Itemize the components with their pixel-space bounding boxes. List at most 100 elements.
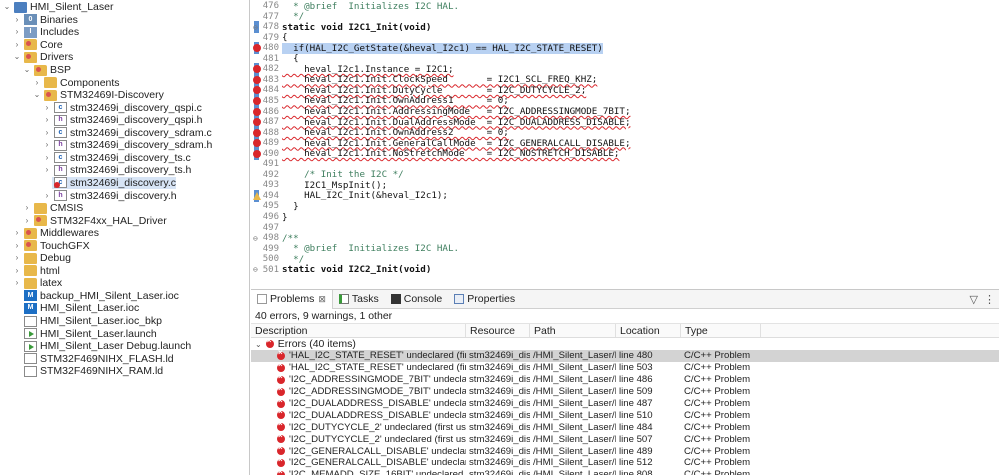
problem-row[interactable]: 'I2C_DUTYCYCLE_2' undeclared (first use … [251, 433, 999, 445]
tree-item[interactable]: › Components [0, 76, 120, 89]
tree-item[interactable]: › c stm32469i_discovery_sdram.c [0, 127, 212, 140]
tree-item[interactable]: HMI_Silent_Laser Debug.launch [0, 340, 191, 353]
chevron-right-icon[interactable]: › [42, 164, 52, 176]
view-menu-icon[interactable]: ⋮ [984, 293, 995, 306]
tree-item[interactable]: HMI_Silent_Laser.ioc_bkp [0, 315, 162, 328]
tree-item[interactable]: › CMSIS [0, 202, 84, 215]
tree-item[interactable]: STM32F469NIHX_FLASH.ld [0, 352, 174, 365]
source-folder-icon [24, 227, 37, 239]
tree-item[interactable]: › h stm32469i_discovery_sdram.h [0, 139, 213, 152]
problem-description: 'HAL_I2C_STATE_RESET' undeclared (first … [289, 362, 466, 374]
problem-row[interactable]: 'I2C_GENERALCALL_DISABLE' undeclared (fi… [251, 445, 999, 457]
close-icon[interactable]: ⊠ [318, 294, 326, 305]
tree-item[interactable]: › I Includes [0, 26, 79, 39]
problem-row[interactable]: 'I2C_DUTYCYCLE_2' undeclared (first use … [251, 421, 999, 433]
chevron-right-icon[interactable]: › [12, 227, 22, 239]
chevron-right-icon[interactable]: › [32, 77, 42, 89]
source-folder-icon [34, 64, 47, 76]
column-header-resource[interactable]: Resource [466, 324, 530, 337]
tree-item[interactable]: ⌄ BSP [0, 64, 71, 77]
chevron-right-icon[interactable]: › [12, 277, 22, 289]
chevron-right-icon[interactable]: › [42, 114, 52, 126]
tree-item[interactable]: ⌄ Drivers [0, 51, 74, 64]
problem-type: C/C++ Problem [684, 409, 751, 421]
tree-item[interactable]: › Core [0, 39, 63, 52]
chevron-right-icon[interactable]: › [42, 139, 52, 151]
problem-row[interactable]: 'I2C_ADDRESSINGMODE_7BIT' undeclared (fi… [251, 386, 999, 398]
code-line[interactable]: ⊖ 501 static void I2C2_Init(void) [251, 264, 999, 276]
chevron-right-icon[interactable]: › [12, 240, 22, 252]
problem-row[interactable]: 'I2C_MEMADD_SIZE_16BIT' undeclared (firs… [251, 469, 999, 475]
tree-item[interactable]: STM32F469NIHX_RAM.ld [0, 365, 163, 378]
tree-item[interactable]: › h stm32469i_discovery.h [0, 189, 177, 202]
column-header-path[interactable]: Path [530, 324, 616, 337]
tab-tasks[interactable]: Tasks [333, 290, 385, 309]
chevron-right-icon[interactable]: › [12, 39, 22, 51]
tree-item[interactable]: › html [0, 265, 60, 278]
tree-item[interactable]: › Middlewares [0, 227, 99, 240]
code-editor[interactable]: 476 * @brief Initializes I2C HAL. 477 */⊖… [251, 0, 999, 280]
line-number: 501 [262, 264, 279, 275]
chevron-down-icon[interactable]: ⌄ [22, 64, 32, 76]
tree-item-label: HMI_Silent_Laser.ioc [40, 302, 140, 315]
error-icon [277, 457, 285, 467]
chevron-down-icon[interactable]: ⌄ [12, 51, 22, 63]
chevron-down-icon[interactable]: ⌄ [255, 340, 262, 349]
problem-row[interactable]: 'I2C_ADDRESSINGMODE_7BIT' undeclared (fi… [251, 374, 999, 386]
fold-icon[interactable]: ⊖ [253, 265, 258, 274]
tab-properties[interactable]: Properties [448, 290, 521, 309]
tree-item-label: stm32469i_discovery.c [70, 176, 177, 189]
tree-item[interactable]: c stm32469i_discovery.c [52, 176, 177, 190]
chevron-right-icon[interactable]: › [42, 102, 52, 114]
chevron-right-icon[interactable]: › [12, 252, 22, 264]
problem-location: line 503 [619, 362, 653, 374]
chevron-right-icon[interactable]: › [42, 152, 52, 164]
tree-item[interactable]: › STM32F4xx_HAL_Driver [0, 214, 167, 227]
tree-item[interactable]: › TouchGFX [0, 239, 90, 252]
fold-icon[interactable]: ⊖ [253, 23, 258, 32]
tree-item[interactable]: › latex [0, 277, 63, 290]
tree-item[interactable]: M HMI_Silent_Laser.ioc [0, 302, 139, 315]
problem-resource: stm32469i_disc... [469, 445, 530, 457]
filter-icon[interactable]: ▽ [970, 293, 978, 306]
tree-item[interactable]: › c stm32469i_discovery_ts.c [0, 152, 191, 165]
chevron-right-icon[interactable]: › [12, 14, 22, 26]
problem-row[interactable]: 'HAL_I2C_STATE_RESET' undeclared (first … [251, 350, 999, 362]
column-header-type[interactable]: Type [681, 324, 761, 337]
tree-item-label: Binaries [40, 13, 78, 26]
tab-problems[interactable]: Problems ⊠ [251, 290, 333, 309]
tree-item-label: STM32469I-Discovery [60, 89, 164, 102]
problem-row[interactable]: 'HAL_I2C_STATE_RESET' undeclared (first … [251, 362, 999, 374]
chevron-right-icon[interactable]: › [12, 26, 22, 38]
problem-row[interactable]: 'I2C_DUALADDRESS_DISABLE' undeclared (fi… [251, 409, 999, 421]
chevron-right-icon[interactable]: › [12, 265, 22, 277]
chevron-down-icon[interactable]: ⌄ [2, 1, 12, 13]
tree-item-label: stm32469i_discovery_qspi.h [70, 114, 203, 127]
tree-item-label: HMI_Silent_Laser [30, 1, 114, 14]
column-header-description[interactable]: Description [251, 324, 466, 337]
tree-item[interactable]: ⌄ STM32469I-Discovery [0, 89, 164, 102]
tree-item[interactable]: › c stm32469i_discovery_qspi.c [0, 101, 202, 114]
chevron-right-icon[interactable]: › [22, 202, 32, 214]
chevron-down-icon[interactable]: ⌄ [32, 89, 42, 101]
problem-row[interactable]: 'I2C_DUALADDRESS_DISABLE' undeclared (fi… [251, 398, 999, 410]
tree-item[interactable]: › 0 Binaries [0, 14, 78, 27]
tree-item[interactable]: HMI_Silent_Laser.launch [0, 327, 157, 340]
chevron-right-icon[interactable]: › [22, 215, 32, 227]
tree-item[interactable]: › Debug [0, 252, 71, 265]
view-toolbar: ▽ ⋮ [970, 293, 995, 306]
tree-item[interactable]: › h stm32469i_discovery_qspi.h [0, 114, 203, 127]
column-header-location[interactable]: Location [616, 324, 681, 337]
line-number: 483 [262, 74, 279, 85]
tree-item[interactable]: › h stm32469i_discovery_ts.h [0, 164, 192, 177]
chevron-right-icon[interactable]: › [42, 127, 52, 139]
problem-row[interactable]: 'I2C_GENERALCALL_DISABLE' undeclared (fi… [251, 457, 999, 469]
problem-type: C/C++ Problem [684, 362, 751, 374]
tree-item[interactable]: Mbackup_HMI_Silent_Laser.ioc [0, 290, 179, 303]
tree-item[interactable]: ⌄ HMI_Silent_Laser [0, 1, 114, 14]
tab-console[interactable]: Console [385, 290, 449, 309]
chevron-right-icon[interactable]: › [42, 190, 52, 202]
tree-item-label: BSP [50, 64, 72, 76]
fold-icon[interactable]: ⊖ [253, 234, 258, 243]
errors-group[interactable]: ⌄ Errors (40 items) [251, 336, 999, 350]
